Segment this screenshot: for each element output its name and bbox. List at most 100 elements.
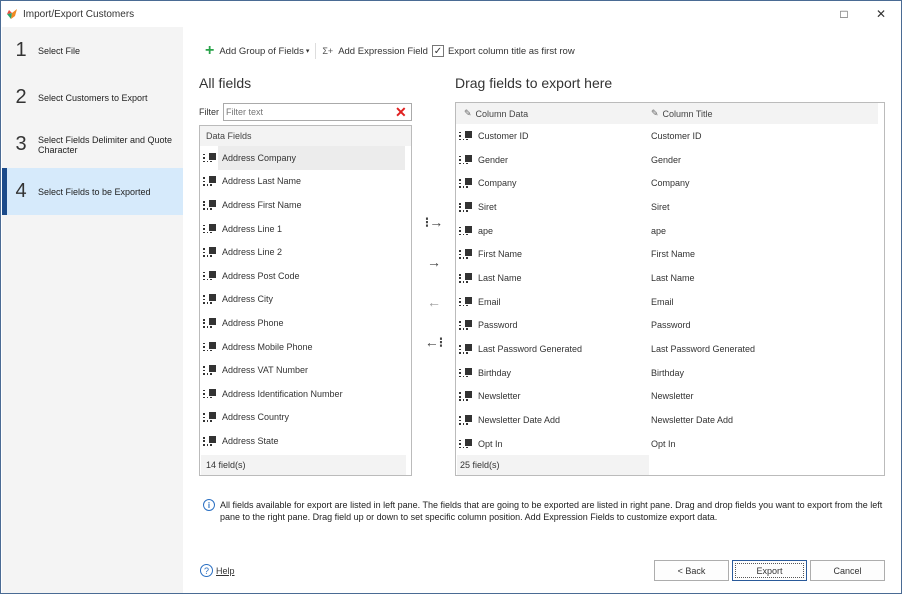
export-field-row[interactable]: ape ape <box>456 219 884 243</box>
column-title-header[interactable]: ✎ Column Title <box>651 108 713 119</box>
export-field-row[interactable]: Company Company <box>456 171 884 195</box>
drag-handle-icon[interactable] <box>459 248 473 260</box>
export-field-row[interactable]: Last Name Last Name <box>456 266 884 290</box>
field-list-item[interactable]: Address Phone <box>200 311 411 335</box>
drag-handle-icon[interactable] <box>459 438 473 450</box>
field-list-item[interactable]: Address Mobile Phone <box>200 335 411 359</box>
checkbox-checked-icon[interactable]: ✓ <box>431 45 444 57</box>
field-list-item[interactable]: Address VAT Number <box>200 358 411 382</box>
column-title-cell[interactable]: Gender <box>651 155 681 165</box>
export-field-row[interactable]: Last Password Generated Last Password Gen… <box>456 337 884 361</box>
export-field-row[interactable]: Newsletter Date Add Newsletter Date Add <box>456 408 884 432</box>
field-list-item[interactable]: Address City <box>200 288 411 312</box>
drag-handle-icon[interactable] <box>203 199 217 211</box>
column-title-cell[interactable]: Opt In <box>651 439 676 449</box>
drag-handle-icon[interactable] <box>203 175 217 187</box>
field-list-item[interactable]: Address Company <box>200 146 411 170</box>
field-list-item[interactable]: Address Line 2 <box>200 240 411 264</box>
step-number: 2 <box>15 86 27 108</box>
export-field-row[interactable]: Newsletter Newsletter <box>456 385 884 409</box>
drag-handle-icon[interactable] <box>459 390 473 402</box>
drag-handle-icon[interactable] <box>459 296 473 308</box>
column-title-cell[interactable]: ape <box>651 226 666 236</box>
all-fields-list[interactable]: Data Fields Address Company Address Last … <box>199 125 412 476</box>
field-list-item[interactable]: Address Country <box>200 406 411 430</box>
field-list-item[interactable]: Address Post Code <box>200 264 411 288</box>
add-expression-field-button[interactable]: Σ+ Add Expression Field <box>318 46 432 57</box>
step-select-delimiter[interactable]: 3 Select Fields Delimiter and Quote Char… <box>2 121 183 168</box>
drag-handle-icon[interactable] <box>459 367 473 379</box>
drag-handle-icon[interactable] <box>203 435 217 447</box>
add-group-of-fields-button[interactable]: + Add Group of Fields ▾ <box>201 42 313 60</box>
drag-handle-icon[interactable] <box>203 152 217 164</box>
column-title-cell[interactable]: First Name <box>651 249 695 259</box>
field-list-item[interactable]: Address Line 1 <box>200 217 411 241</box>
drag-handle-icon[interactable] <box>203 388 217 400</box>
drag-handle-icon[interactable] <box>459 343 473 355</box>
export-field-row[interactable]: Opt In Opt In <box>456 432 884 456</box>
export-title-label: Export column title as first row <box>447 45 575 57</box>
filter-input[interactable] <box>224 105 389 119</box>
column-data-value: Last Name <box>478 272 522 283</box>
column-title-cell[interactable]: Siret <box>651 202 670 212</box>
drag-handle-icon[interactable] <box>459 272 473 284</box>
column-data-header[interactable]: ✎ Column Data <box>456 108 651 119</box>
field-list-item[interactable]: Address Identification Number <box>200 382 411 406</box>
add-selected-button[interactable]: → <box>421 251 447 273</box>
column-title-cell[interactable]: Last Password Generated <box>651 344 755 354</box>
maximize-button[interactable]: □ <box>834 5 854 23</box>
column-title-cell[interactable]: Password <box>651 320 691 330</box>
column-title-cell[interactable]: Customer ID <box>651 131 702 141</box>
filter-box: ✕ <box>223 103 412 121</box>
export-field-row[interactable]: Customer ID Customer ID <box>456 124 884 148</box>
column-title-cell[interactable]: Last Name <box>651 273 695 283</box>
drag-handle-icon[interactable] <box>203 341 217 353</box>
export-button[interactable]: Export <box>732 560 807 581</box>
drag-handle-icon[interactable] <box>203 293 217 305</box>
drag-handle-icon[interactable] <box>459 154 473 166</box>
column-title-cell[interactable]: Newsletter Date Add <box>651 415 733 425</box>
export-field-row[interactable]: First Name First Name <box>456 242 884 266</box>
drag-handle-icon[interactable] <box>459 177 473 189</box>
drag-handle-icon[interactable] <box>203 317 217 329</box>
back-button[interactable]: < Back <box>654 560 729 581</box>
export-field-row[interactable]: Gender Gender <box>456 148 884 172</box>
step-select-file[interactable]: 1 Select File <box>2 27 183 74</box>
export-field-row[interactable]: Password Password <box>456 314 884 338</box>
column-title-cell[interactable]: Newsletter <box>651 391 694 401</box>
help-link[interactable]: ? Help <box>200 564 235 577</box>
column-title-cell[interactable]: Company <box>651 178 690 188</box>
step-label: Select File <box>38 45 81 56</box>
drag-handle-icon[interactable] <box>203 223 217 235</box>
step-select-customers[interactable]: 2 Select Customers to Export <box>2 74 183 121</box>
close-button[interactable]: ✕ <box>871 5 891 23</box>
add-all-button[interactable]: ⁝→ <box>421 211 447 233</box>
cancel-button[interactable]: Cancel <box>810 560 885 581</box>
remove-all-button[interactable]: ←⁝ <box>421 331 447 353</box>
step-select-fields[interactable]: 4 Select Fields to be Exported <box>2 168 183 215</box>
all-fields-heading: All fields <box>199 75 252 91</box>
drag-handle-icon[interactable] <box>203 246 217 258</box>
clear-filter-icon[interactable]: ✕ <box>395 104 407 121</box>
drag-handle-icon[interactable] <box>203 364 217 376</box>
remove-selected-button[interactable]: ← <box>421 291 447 313</box>
export-field-row[interactable]: Birthday Birthday <box>456 361 884 385</box>
drag-handle-icon[interactable] <box>203 411 217 423</box>
drag-handle-icon[interactable] <box>459 130 473 142</box>
column-data-value: ape <box>478 225 494 236</box>
export-fields-list[interactable]: ✎ Column Data ✎ Column Title Customer ID Cu… <box>455 102 885 476</box>
drag-handle-icon[interactable] <box>459 319 473 331</box>
column-title-cell[interactable]: Birthday <box>651 368 684 378</box>
drag-handle-icon[interactable] <box>203 270 217 282</box>
export-field-row[interactable]: Email Email <box>456 290 884 314</box>
drag-handle-icon[interactable] <box>459 225 473 237</box>
list-header: Data Fields <box>200 126 411 146</box>
export-field-row[interactable]: Siret Siret <box>456 195 884 219</box>
field-list-item[interactable]: Address Last Name <box>200 170 411 194</box>
drag-handle-icon[interactable] <box>459 414 473 426</box>
drag-handle-icon[interactable] <box>459 201 473 213</box>
field-list-item[interactable]: Address State <box>200 429 411 453</box>
field-list-item[interactable]: Address First Name <box>200 193 411 217</box>
column-title-cell[interactable]: Email <box>651 297 674 307</box>
export-title-checkbox[interactable]: ✓ Export column title as first row <box>431 45 579 57</box>
